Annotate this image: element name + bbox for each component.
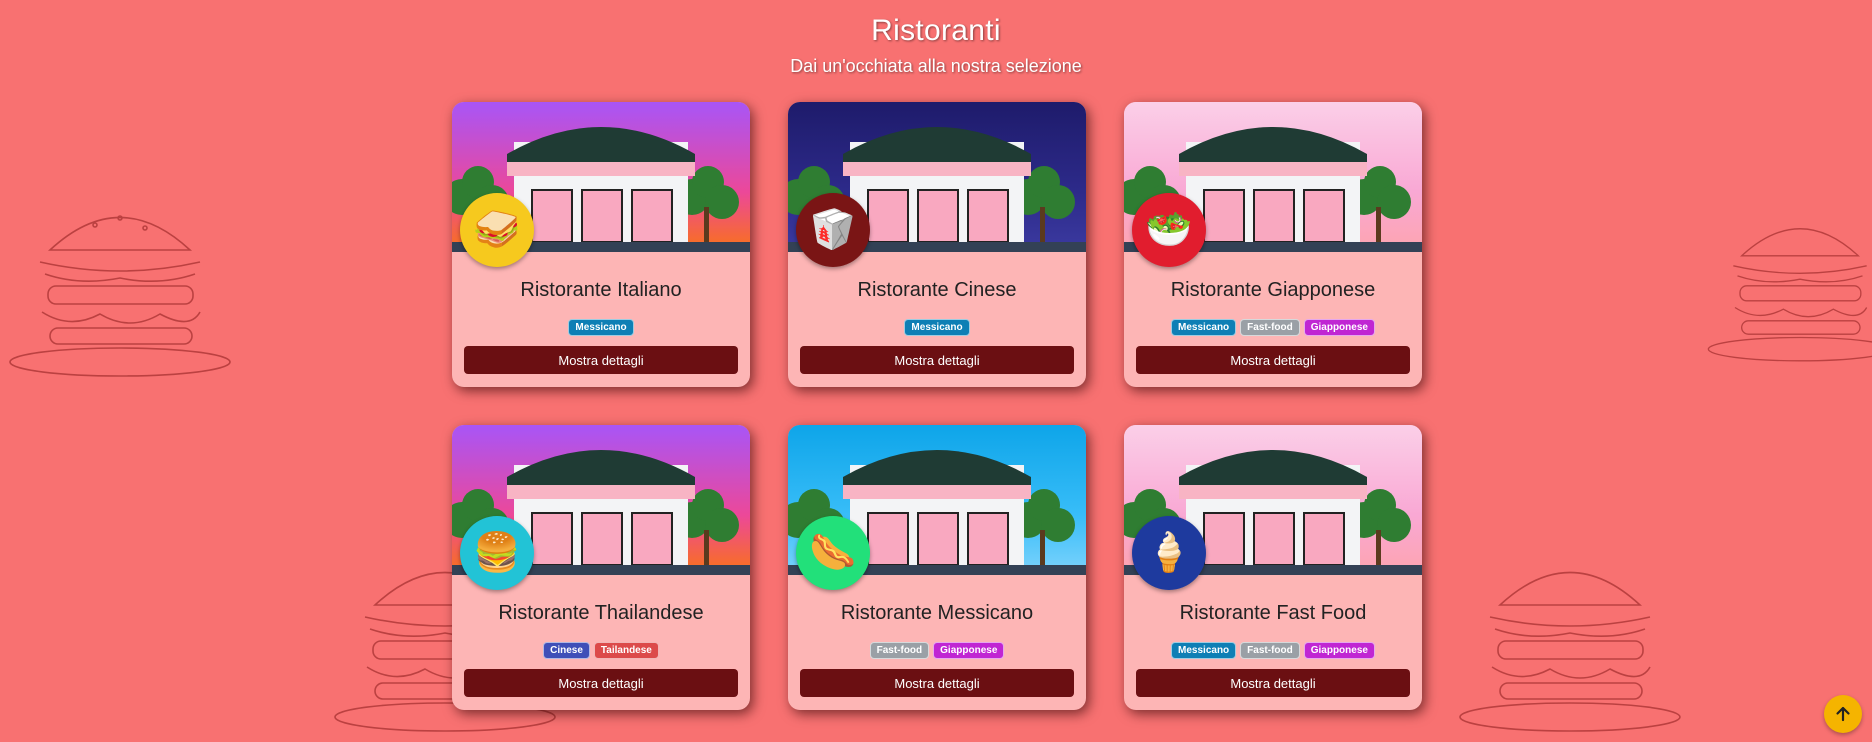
cuisine-tag: Fast-food [1240, 642, 1300, 659]
page-header: Ristoranti Dai un'occhiata alla nostra s… [0, 14, 1872, 77]
cuisine-tag: Fast-food [869, 642, 930, 659]
burger-background-illustration [1707, 228, 1872, 362]
page-title: Ristoranti [871, 14, 1001, 47]
restaurant-grid: 🥪 Ristorante Italiano Messicano Mostra d… [452, 102, 1422, 710]
restaurant-name: Ristorante Giapponese [1170, 279, 1376, 301]
restaurant-card: 🍔 Ristorante Thailandese Cinese Tailandes… [452, 425, 750, 710]
cuisine-tag: Fast-food [1240, 319, 1300, 336]
arrow-up-icon [1836, 706, 1850, 722]
restaurant-card: 🥗 Ristorante Giapponese Messicano Fast-fo… [1124, 102, 1422, 387]
restaurant-card: 🥪 Ristorante Italiano Messicano Mostra d… [452, 102, 750, 387]
show-details-button[interactable]: Mostra dettagli [800, 346, 1074, 374]
sandwich-icon: 🥪 [460, 193, 534, 267]
restaurant-card: 🥡 Ristorante Cinese Messicano Mostra det… [788, 102, 1086, 387]
show-details-button[interactable]: Mostra dettagli [800, 669, 1074, 697]
restaurant-name: Ristorante Fast Food [1179, 602, 1367, 624]
cuisine-tag: Giapponese [933, 642, 1005, 659]
cuisine-tag: Tailandese [593, 642, 659, 659]
hotdog-icon: 🌭 [796, 516, 870, 590]
cuisine-tag: Messicano [904, 319, 970, 336]
show-details-button[interactable]: Mostra dettagli [1136, 346, 1410, 374]
show-details-button[interactable]: Mostra dettagli [464, 346, 738, 374]
hamburger-icon: 🍔 [460, 516, 534, 590]
cuisine-tags: Messicano Fast-food Giapponese [1124, 319, 1422, 336]
cuisine-tag: Messicano [1171, 319, 1237, 336]
cuisine-tag: Cinese [543, 642, 590, 659]
takeout-box-icon: 🥡 [796, 193, 870, 267]
page-subtitle: Dai un'occhiata alla nostra selezione [790, 56, 1082, 76]
burger-background-illustration [1459, 571, 1681, 732]
ice-cream-icon: 🍦 [1132, 516, 1206, 590]
restaurant-card: 🍦 Ristorante Fast Food Messicano Fast-foo… [1124, 425, 1422, 710]
cuisine-tags: Messicano [788, 319, 1086, 336]
restaurant-name: Ristorante Cinese [857, 279, 1017, 301]
burger-background-illustration [9, 215, 231, 377]
show-details-button[interactable]: Mostra dettagli [464, 669, 738, 697]
cuisine-tags: Messicano [452, 319, 750, 336]
cuisine-tag: Giapponese [1303, 319, 1375, 336]
restaurant-name: Ristorante Thailandese [498, 602, 704, 624]
cuisine-tag: Giapponese [1303, 642, 1375, 659]
cuisine-tag: Messicano [1171, 642, 1237, 659]
restaurant-card: 🌭 Ristorante Messicano Fast-food Giappone… [788, 425, 1086, 710]
cuisine-tags: Cinese Tailandese [452, 642, 750, 659]
scroll-to-top-button[interactable] [1824, 695, 1862, 733]
cuisine-tags: Fast-food Giapponese [788, 642, 1086, 659]
salad-icon: 🥗 [1132, 193, 1206, 267]
cuisine-tag: Messicano [568, 319, 634, 336]
cuisine-tags: Messicano Fast-food Giapponese [1124, 642, 1422, 659]
restaurant-name: Ristorante Italiano [520, 279, 682, 301]
restaurant-name: Ristorante Messicano [840, 602, 1034, 624]
show-details-button[interactable]: Mostra dettagli [1136, 669, 1410, 697]
